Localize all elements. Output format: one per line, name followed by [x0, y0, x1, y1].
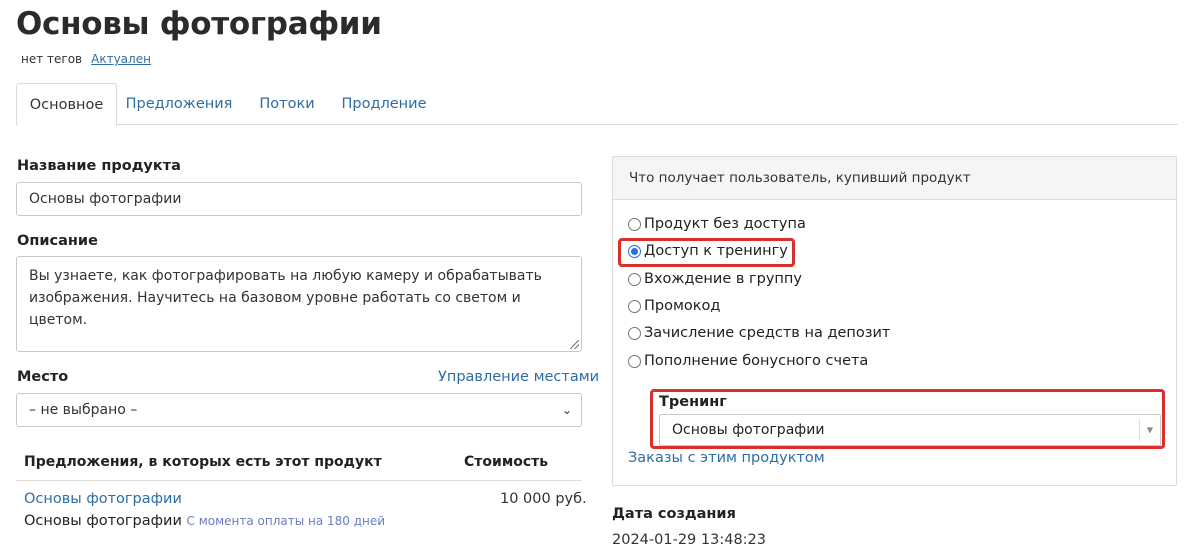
radio-promocode[interactable]: Промокод	[628, 298, 720, 314]
place-label: Место	[17, 369, 69, 385]
radio-label: Зачисление средств на депозит	[644, 325, 891, 341]
radio-icon[interactable]	[628, 272, 641, 286]
price-column-header: Стоимость	[464, 454, 549, 470]
offer-note: С момента оплаты на 180 дней	[186, 514, 386, 528]
radio-icon[interactable]	[628, 299, 641, 313]
tab-main[interactable]: Основное	[16, 83, 117, 126]
access-panel-heading: Что получает пользователь, купивший прод…	[613, 157, 1176, 200]
offer-price: 10 000 руб.	[500, 491, 587, 507]
place-select[interactable]: – не выбрано – ⌄	[16, 393, 582, 427]
radio-icon[interactable]	[628, 354, 641, 368]
radio-group-join[interactable]: Вхождение в группу	[628, 271, 802, 287]
created-value: 2024-01-29 13:48:23	[612, 532, 766, 548]
offers-column-header: Предложения, в которых есть этот продукт	[24, 454, 382, 470]
offer-description: Основы фотографии С момента оплаты на 18…	[24, 513, 385, 529]
tab-bar: Основное Предложения Потоки Продление	[16, 83, 1178, 126]
tags-label: нет тегов	[21, 52, 83, 66]
tab-offers[interactable]: Предложения	[123, 83, 235, 125]
tab-renewal[interactable]: Продление	[338, 83, 430, 125]
created-label: Дата создания	[612, 506, 736, 522]
offer-name: Основы фотографии	[24, 513, 182, 529]
radio-bonus[interactable]: Пополнение бонусного счета	[628, 353, 868, 369]
highlight-training-option	[618, 238, 795, 267]
radio-deposit[interactable]: Зачисление средств на депозит	[628, 325, 890, 341]
product-name-label: Название продукта	[17, 158, 181, 174]
resize-grip-icon[interactable]	[570, 340, 579, 349]
radio-label: Продукт без доступа	[644, 216, 806, 232]
page-title: Основы фотографии	[16, 6, 382, 42]
status-link[interactable]: Актуален	[91, 52, 151, 66]
radio-icon[interactable]	[628, 326, 641, 340]
offer-link[interactable]: Основы фотографии	[24, 491, 182, 507]
manage-places-link[interactable]: Управление местами	[438, 369, 599, 385]
radio-label: Вхождение в группу	[644, 271, 802, 287]
table-divider	[16, 480, 582, 481]
radio-no-access[interactable]: Продукт без доступа	[628, 216, 806, 232]
radio-label: Пополнение бонусного счета	[644, 353, 869, 369]
description-label: Описание	[17, 233, 98, 249]
orders-link[interactable]: Заказы с этим продуктом	[628, 450, 825, 466]
place-select-value: – не выбрано –	[29, 402, 138, 418]
chevron-down-icon: ⌄	[561, 403, 572, 417]
description-text: Вы узнаете, как фотографировать на любую…	[29, 268, 542, 328]
product-meta: нет тегов Актуален	[21, 52, 151, 66]
tab-streams[interactable]: Потоки	[252, 83, 322, 125]
product-name-input[interactable]: Основы фотографии	[16, 182, 582, 216]
description-textarea[interactable]: Вы узнаете, как фотографировать на любую…	[16, 256, 582, 352]
radio-label: Промокод	[644, 298, 721, 314]
radio-icon[interactable]	[628, 217, 641, 231]
highlight-training-select	[650, 389, 1165, 449]
